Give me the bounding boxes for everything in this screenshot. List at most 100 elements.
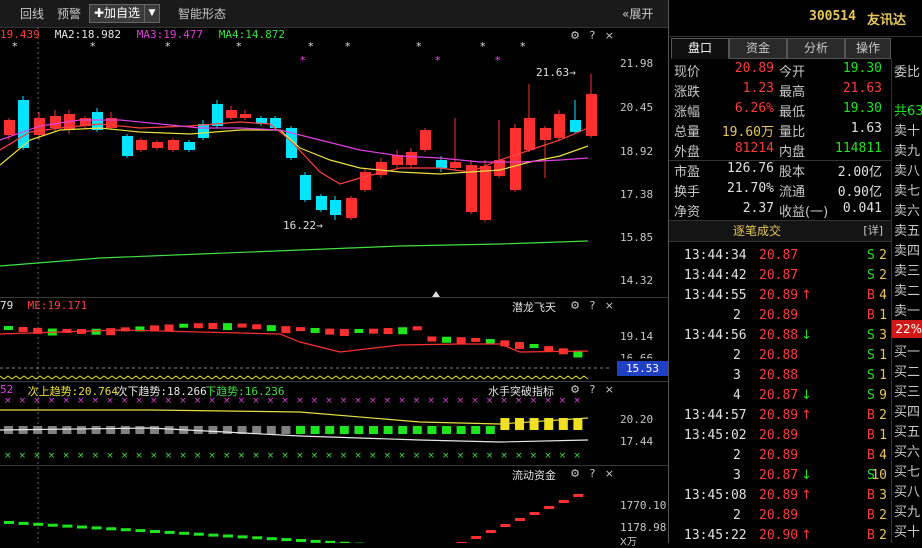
star-marker: *	[345, 40, 351, 53]
price-axis-label: 20.45	[620, 101, 653, 114]
tick-time: 2	[733, 348, 741, 363]
current-price-tag: 15.53	[617, 361, 668, 376]
chart-toolbar: 回线 预警 ✚加自选 ▼ 智能形态 «展开	[0, 0, 668, 28]
help-icon[interactable]: ?	[589, 383, 595, 396]
price-axis-label: 17.38	[620, 188, 653, 201]
tick-side: S	[867, 468, 875, 483]
candle-body	[18, 100, 29, 148]
tick-side: B	[867, 488, 875, 503]
toolbar-item-alert[interactable]: 预警	[57, 5, 81, 22]
tick-time: 13:45:02	[684, 428, 747, 443]
indicator2-marker: ×	[19, 396, 27, 406]
tick-detail-link[interactable]: [详]	[863, 221, 883, 241]
panel-divider[interactable]	[0, 381, 668, 382]
star-marker: *	[165, 40, 171, 53]
tick-time: 4	[733, 388, 741, 403]
indicator3-bar	[530, 512, 540, 515]
quote-value: 21.63	[843, 81, 882, 96]
indicator2-name[interactable]: 水手突破指标	[488, 383, 554, 399]
indicator1-bar	[208, 323, 217, 329]
tick-side: S	[867, 388, 875, 403]
indicator2-bar	[325, 426, 334, 434]
smart-pattern-button[interactable]: 智能形态	[178, 5, 226, 22]
indicator2-marker: ×	[573, 396, 581, 406]
indicator2-marker: ×	[340, 396, 348, 406]
chart-area[interactable]: 回线 预警 ✚加自选 ▼ 智能形态 «展开 19.439MA2:18.982MA…	[0, 0, 668, 543]
tick-volume: 2	[879, 508, 887, 523]
indicator3-bar	[19, 522, 29, 525]
indicator2-bar	[398, 426, 407, 434]
indicator2-bar	[135, 426, 144, 434]
tick-side: S	[867, 368, 875, 383]
star-marker: *	[236, 40, 242, 53]
indicator2-marker: ×	[33, 451, 41, 461]
quote-panel: 300514 友讯达 盘口 资金 分析 操作 现价20.89今开19.30涨跌1…	[668, 0, 922, 543]
sell-level: 卖六	[894, 200, 920, 219]
legend-item: 79	[0, 299, 13, 312]
indicator1-bar	[325, 329, 334, 335]
panel-divider[interactable]	[0, 297, 668, 298]
candle-body	[198, 124, 209, 138]
indicator2-bar	[311, 426, 320, 434]
add-watchlist-button[interactable]: ✚加自选	[89, 4, 145, 23]
arrow-up-icon: ↑	[801, 408, 812, 423]
expand-button[interactable]: «展开	[622, 5, 653, 22]
indicator2-marker: ×	[354, 396, 362, 406]
tick-price: 20.87	[759, 268, 798, 283]
close-icon[interactable]: ×	[605, 467, 614, 480]
candle-body	[450, 162, 461, 168]
close-icon[interactable]: ×	[605, 299, 614, 312]
gear-icon[interactable]: ⚙	[570, 467, 580, 480]
help-icon[interactable]: ?	[589, 299, 595, 312]
indicator2-marker: ×	[223, 451, 231, 461]
quote-label: 总量	[674, 121, 700, 140]
indicator2-bar	[48, 426, 57, 434]
indicator2-marker: ×	[135, 451, 143, 461]
indicator2-bar	[296, 426, 305, 434]
star-marker: *	[520, 40, 526, 53]
gear-icon[interactable]: ⚙	[570, 383, 580, 396]
indicator2-marker: ×	[179, 451, 187, 461]
buy-level: 买四	[894, 401, 920, 420]
indicator2-marker: ×	[48, 451, 56, 461]
tab-analysis[interactable]: 分析	[787, 38, 845, 59]
sell-level: 卖二	[894, 280, 920, 299]
tab-operate[interactable]: 操作	[845, 38, 891, 59]
candle-body	[436, 160, 447, 168]
tab-funds[interactable]: 资金	[729, 38, 787, 59]
indicator2-marker: ×	[62, 451, 70, 461]
indicator3-bar	[573, 494, 583, 497]
quote-label: 量比	[779, 121, 805, 140]
indicator2-bar	[530, 418, 539, 430]
indicator2-axis-label: 20.20	[620, 413, 653, 426]
indicator3-name[interactable]: 流动资金	[512, 467, 556, 483]
quote-value: 0.041	[843, 201, 882, 216]
indicator3-bar	[194, 533, 204, 536]
tick-volume: 2	[879, 248, 887, 263]
tick-price: 20.87	[759, 388, 798, 403]
indicator1-name[interactable]: 潜龙飞天	[512, 299, 556, 315]
tick-price: 20.89	[759, 508, 798, 523]
tick-time: 13:44:34	[684, 248, 747, 263]
legend-item: 52	[0, 383, 13, 396]
indicator2-marker: ×	[500, 451, 508, 461]
toolbar-item-line[interactable]: 回线	[20, 5, 44, 22]
indicator1-bar	[340, 329, 349, 336]
candle-body	[152, 142, 163, 148]
sell-level: 卖七	[894, 180, 920, 199]
add-watchlist-dropdown[interactable]: ▼	[144, 4, 160, 23]
indicator2-marker: ×	[311, 451, 319, 461]
tick-time: 13:45:08	[684, 488, 747, 503]
stock-name: 友讯达	[867, 9, 906, 28]
indicator2-marker: ×	[325, 451, 333, 461]
gear-icon[interactable]: ⚙	[570, 299, 580, 312]
tick-volume: 3	[879, 488, 887, 503]
indicator2-marker: ×	[296, 396, 304, 406]
quote-value: 1.63	[851, 121, 882, 136]
help-icon[interactable]: ?	[589, 467, 595, 480]
close-icon[interactable]: ×	[605, 383, 614, 396]
tab-order-book[interactable]: 盘口	[671, 38, 729, 59]
stock-code: 300514	[809, 9, 856, 24]
panel-divider[interactable]	[0, 465, 668, 466]
candle-body	[270, 118, 281, 128]
